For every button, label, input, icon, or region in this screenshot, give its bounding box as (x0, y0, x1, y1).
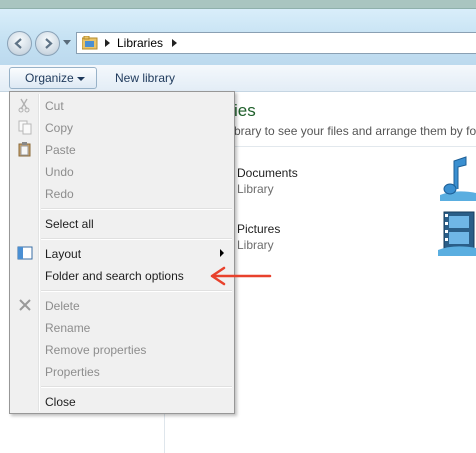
command-bar: Organize New library (0, 65, 476, 92)
menu-item-label: Remove properties (45, 343, 147, 357)
menu-item-label: Redo (45, 187, 74, 201)
forward-button[interactable] (35, 31, 60, 56)
organize-label: Organize (25, 71, 74, 85)
breadcrumb-libraries[interactable]: Libraries (117, 36, 163, 50)
menu-item-label: Undo (45, 165, 74, 179)
library-name-pictures[interactable]: Pictures (237, 222, 280, 236)
page-title: ies (234, 101, 256, 120)
menu-item-close[interactable]: Close (12, 390, 232, 412)
submenu-arrow-icon (220, 249, 224, 257)
address-bar[interactable]: Libraries (76, 32, 476, 54)
arrow-right-icon (45, 38, 53, 49)
library-type-documents: Library (237, 182, 274, 196)
menu-item-cut[interactable]: Cut (12, 94, 232, 116)
back-button[interactable] (7, 31, 32, 56)
paste-icon (18, 142, 31, 157)
layout-icon (17, 246, 33, 260)
new-library-button[interactable]: New library (115, 71, 175, 85)
menu-item-select-all[interactable]: Select all (12, 212, 232, 234)
menu-item-delete[interactable]: Delete (12, 294, 232, 316)
menu-item-copy[interactable]: Copy (12, 116, 232, 138)
menu-separator (41, 386, 232, 388)
menu-item-label: Paste (45, 143, 76, 157)
delete-x-icon (19, 299, 31, 311)
videos-library-icon[interactable] (438, 208, 476, 256)
menu-item-label: Close (45, 395, 76, 409)
library-type-pictures: Library (237, 238, 274, 252)
libraries-folder-icon (82, 36, 98, 50)
menu-separator (41, 290, 232, 292)
menu-separator (41, 208, 232, 210)
menu-item-properties[interactable]: Properties (12, 360, 232, 382)
menu-item-label: Properties (45, 365, 100, 379)
menu-item-rename[interactable]: Rename (12, 316, 232, 338)
organize-button[interactable]: Organize (9, 67, 97, 89)
explorer-navigation-bar: Libraries (0, 9, 476, 65)
menu-item-label: Folder and search options (45, 269, 184, 283)
copy-icon (18, 120, 32, 135)
organize-menu: Cut Copy Paste Undo Redo Select all Layo… (9, 91, 235, 414)
page-description: brary to see your files and arrange them… (234, 124, 476, 138)
menu-item-label: Cut (45, 99, 64, 113)
annotation-arrow-icon (210, 266, 272, 286)
library-name-documents[interactable]: Documents (237, 166, 298, 180)
menu-item-layout[interactable]: Layout (12, 242, 232, 264)
menu-item-label: Layout (45, 247, 82, 261)
dropdown-arrow-icon (77, 77, 85, 81)
menu-item-remove-properties[interactable]: Remove properties (12, 338, 232, 360)
menu-item-redo[interactable]: Redo (12, 182, 232, 204)
menu-item-undo[interactable]: Undo (12, 160, 232, 182)
menu-item-label: Delete (45, 299, 80, 313)
menu-item-label: Rename (45, 321, 91, 335)
arrow-left-icon (14, 38, 22, 49)
breadcrumb-chevron-icon[interactable] (172, 39, 177, 47)
recent-pages-chevron-icon[interactable] (63, 40, 71, 45)
breadcrumb-chevron-icon[interactable] (105, 39, 110, 47)
menu-item-folder-and-search-options[interactable]: Folder and search options (12, 264, 232, 286)
window-top-edge (0, 0, 476, 9)
menu-item-label: Select all (45, 217, 94, 231)
menu-item-paste[interactable]: Paste (12, 138, 232, 160)
scissors-icon (18, 98, 30, 113)
music-library-icon[interactable] (436, 155, 476, 201)
menu-item-label: Copy (45, 121, 74, 135)
menu-separator (41, 238, 232, 240)
